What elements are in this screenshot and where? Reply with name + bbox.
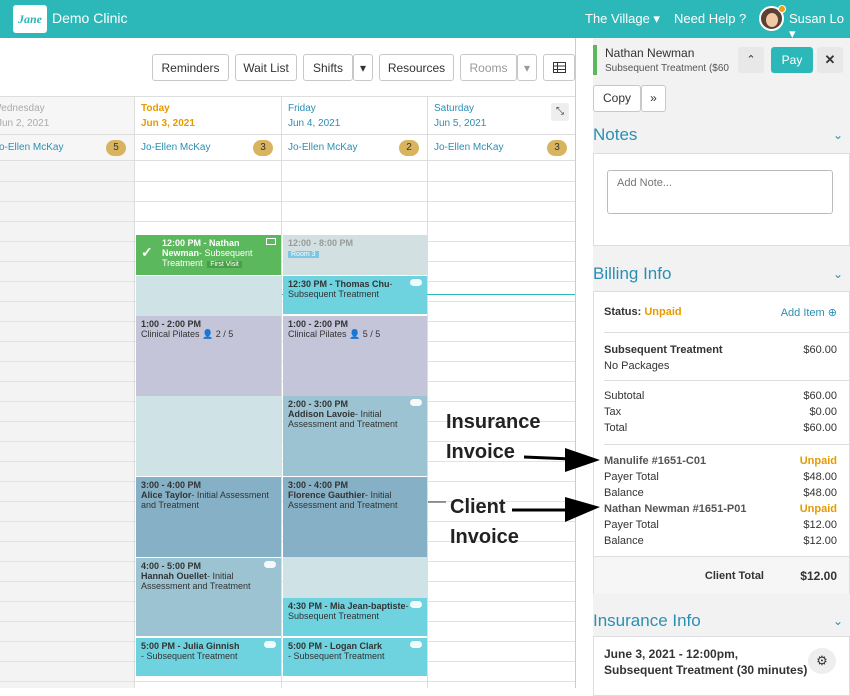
annotation-arrows xyxy=(428,448,600,522)
